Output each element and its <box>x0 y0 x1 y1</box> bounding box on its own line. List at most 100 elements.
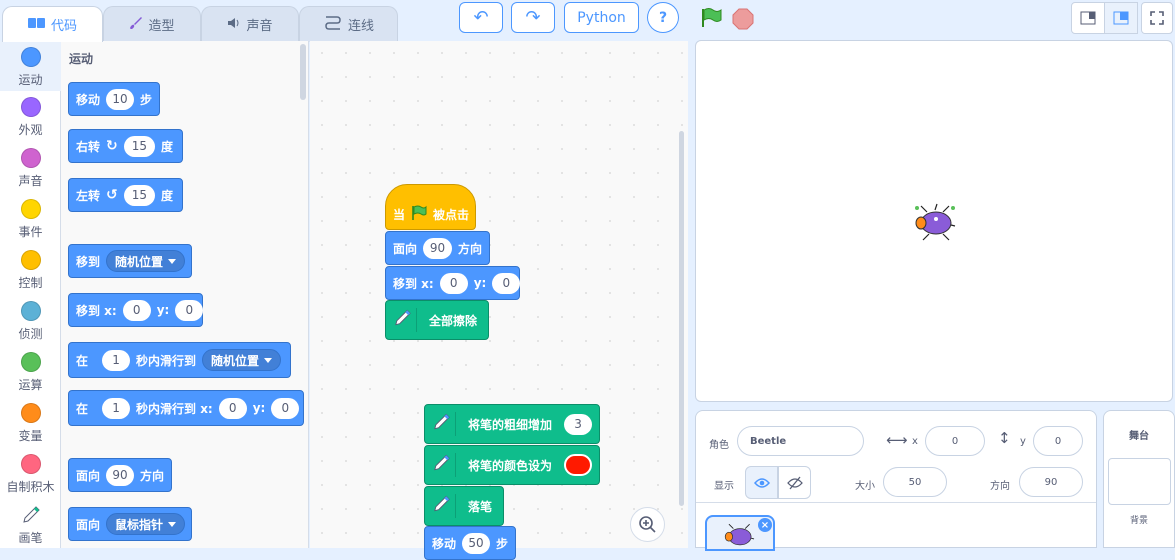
help-button[interactable]: ? <box>647 2 679 33</box>
glide-secs-input[interactable]: 1 <box>102 349 131 371</box>
tab-sounds-label: 声音 <box>246 19 273 34</box>
small-stage-icon <box>1080 11 1096 25</box>
small-stage-button[interactable] <box>1071 2 1105 34</box>
block-turn-left[interactable]: 左转 ↺ 15 度 <box>68 178 183 212</box>
stage-canvas[interactable] <box>695 40 1173 402</box>
show-hidden-button[interactable] <box>778 466 811 499</box>
stop-icon[interactable] <box>732 8 754 33</box>
glide-xy-secs-input[interactable]: 1 <box>102 397 131 419</box>
goto-target-dropdown[interactable]: 随机位置 <box>106 250 186 272</box>
turn-left-input[interactable]: 15 <box>123 184 156 206</box>
move-steps-block[interactable]: 移动 50 步 <box>424 526 516 560</box>
tab-connect[interactable]: 连线 <box>299 6 398 42</box>
normal-stage-button[interactable] <box>1104 2 1138 34</box>
category-sound[interactable]: 声音 <box>0 148 61 189</box>
glide-y-input[interactable]: 0 <box>271 397 300 419</box>
redo-button[interactable]: ↷ <box>511 2 555 33</box>
code-icon <box>27 16 46 34</box>
eye-icon <box>753 477 770 488</box>
tab-sounds[interactable]: 声音 <box>201 6 299 42</box>
category-variables[interactable]: 变量 <box>0 403 61 444</box>
y-field[interactable]: 0 <box>1033 426 1083 456</box>
stage-backdrop-thumbnail[interactable] <box>1107 458 1171 505</box>
block-glide-xy[interactable]: 在 1 秒内滑行到 x: 0 y: 0 <box>68 390 304 426</box>
beetle-sprite[interactable] <box>913 202 959 245</box>
sensing-dot-icon <box>20 301 41 321</box>
stage-panel-title: 舞台 <box>1129 431 1149 442</box>
workspace-scrollbar[interactable] <box>679 131 684 506</box>
y-input[interactable]: 0 <box>492 272 521 294</box>
show-visible-button[interactable] <box>745 466 778 499</box>
turn-right-input[interactable]: 15 <box>123 135 156 157</box>
set-pen-color-block[interactable]: 将笔的颜色设为 <box>424 445 600 485</box>
point-direction-block[interactable]: 面向 90 方向 <box>385 231 490 265</box>
variables-dot-icon <box>20 403 41 423</box>
block-point-towards[interactable]: 面向 鼠标指针 <box>68 507 192 541</box>
redo-icon: ↷ <box>525 7 541 28</box>
zoom-in-button[interactable] <box>630 507 665 542</box>
x-arrows-icon: ⟷ <box>886 431 908 449</box>
block-glide-to[interactable]: 在 1 秒内滑行到 随机位置 <box>68 342 291 378</box>
myblocks-dot-icon <box>20 454 41 474</box>
sprite-info-panel: 角色 Beetle ⟷ x 0 ↕ y 0 显示 大小 50 方向 90 × <box>695 410 1097 551</box>
eye-slash-icon <box>786 476 803 489</box>
close-icon: × <box>760 519 770 531</box>
delete-sprite-button[interactable]: × <box>758 518 772 532</box>
block-move-steps[interactable]: 移动 10 步 <box>68 82 160 116</box>
pen-clear-block[interactable]: 全部擦除 <box>385 300 489 340</box>
when-flag-clicked-block[interactable]: 当 被点击 <box>385 184 476 230</box>
help-icon: ? <box>658 9 668 26</box>
pen-color-swatch[interactable] <box>564 454 592 476</box>
move-input[interactable]: 50 <box>462 532 491 554</box>
category-control[interactable]: 控制 <box>0 250 61 291</box>
size-field[interactable]: 50 <box>883 467 947 497</box>
block-goto-xy[interactable]: 移到 x: 0 y: 0 <box>68 293 204 327</box>
speaker-icon <box>227 16 241 34</box>
glide-target-dropdown[interactable]: 随机位置 <box>202 349 282 371</box>
category-motion[interactable]: 运动 <box>0 41 61 91</box>
direction-field[interactable]: 90 <box>1019 467 1083 497</box>
fullscreen-button[interactable] <box>1141 2 1173 34</box>
y-arrows-icon: ↕ <box>998 429 1011 447</box>
change-pen-size-block[interactable]: 将笔的粗细增加 3 <box>424 404 600 444</box>
control-dot-icon <box>20 250 41 270</box>
undo-button[interactable]: ↶ <box>459 2 503 33</box>
goto-y-input[interactable]: 0 <box>175 299 204 321</box>
x-field[interactable]: 0 <box>925 426 985 456</box>
goto-x-input[interactable]: 0 <box>122 299 151 321</box>
category-menu: 运动 外观 声音 事件 控制 侦测 运算 变量 自制积木 画笔 <box>0 41 61 548</box>
green-flag-icon[interactable] <box>700 7 722 32</box>
category-myblocks[interactable]: 自制积木 <box>0 454 61 495</box>
block-point-direction[interactable]: 面向 90 方向 <box>68 458 172 492</box>
sprite-name-label: 角色 <box>709 440 729 451</box>
tab-costumes-label: 造型 <box>148 19 175 34</box>
pen-down-block[interactable]: 落笔 <box>424 486 504 526</box>
palette-scrollbar[interactable] <box>300 44 306 100</box>
category-operators[interactable]: 运算 <box>0 352 61 393</box>
x-input[interactable]: 0 <box>439 272 468 294</box>
x-label: x <box>912 436 918 447</box>
script-workspace[interactable]: 当 被点击 面向 90 方向 移到 x: 0 y: 0 全部擦除 将笔的粗细增加… <box>310 41 688 560</box>
point-towards-dropdown[interactable]: 鼠标指针 <box>106 513 186 535</box>
goto-xy-block[interactable]: 移到 x: 0 y: 0 <box>385 266 521 300</box>
direction-input[interactable]: 90 <box>423 237 452 259</box>
category-sensing[interactable]: 侦测 <box>0 301 61 342</box>
move-steps-input[interactable]: 10 <box>106 88 135 110</box>
tab-code-label: 代码 <box>50 19 77 34</box>
tab-code[interactable]: 代码 <box>2 6 103 42</box>
category-pen[interactable]: 画笔 <box>0 505 61 546</box>
block-goto[interactable]: 移到 随机位置 <box>68 244 192 278</box>
pen-size-input[interactable]: 3 <box>564 413 593 435</box>
sound-dot-icon <box>20 148 41 168</box>
python-button[interactable]: Python <box>564 2 639 33</box>
beetle-thumb-icon <box>724 523 755 546</box>
tab-costumes[interactable]: 造型 <box>103 6 201 42</box>
block-turn-right[interactable]: 右转 ↻ 15 度 <box>68 129 183 163</box>
category-looks[interactable]: 外观 <box>0 97 61 138</box>
point-direction-input[interactable]: 90 <box>106 464 135 486</box>
category-events[interactable]: 事件 <box>0 199 61 240</box>
glide-x-input[interactable]: 0 <box>218 397 247 419</box>
stage-selector-panel[interactable]: 舞台 背景 <box>1103 410 1175 548</box>
pen-icon <box>0 505 61 529</box>
sprite-name-field[interactable]: Beetle <box>737 426 864 456</box>
